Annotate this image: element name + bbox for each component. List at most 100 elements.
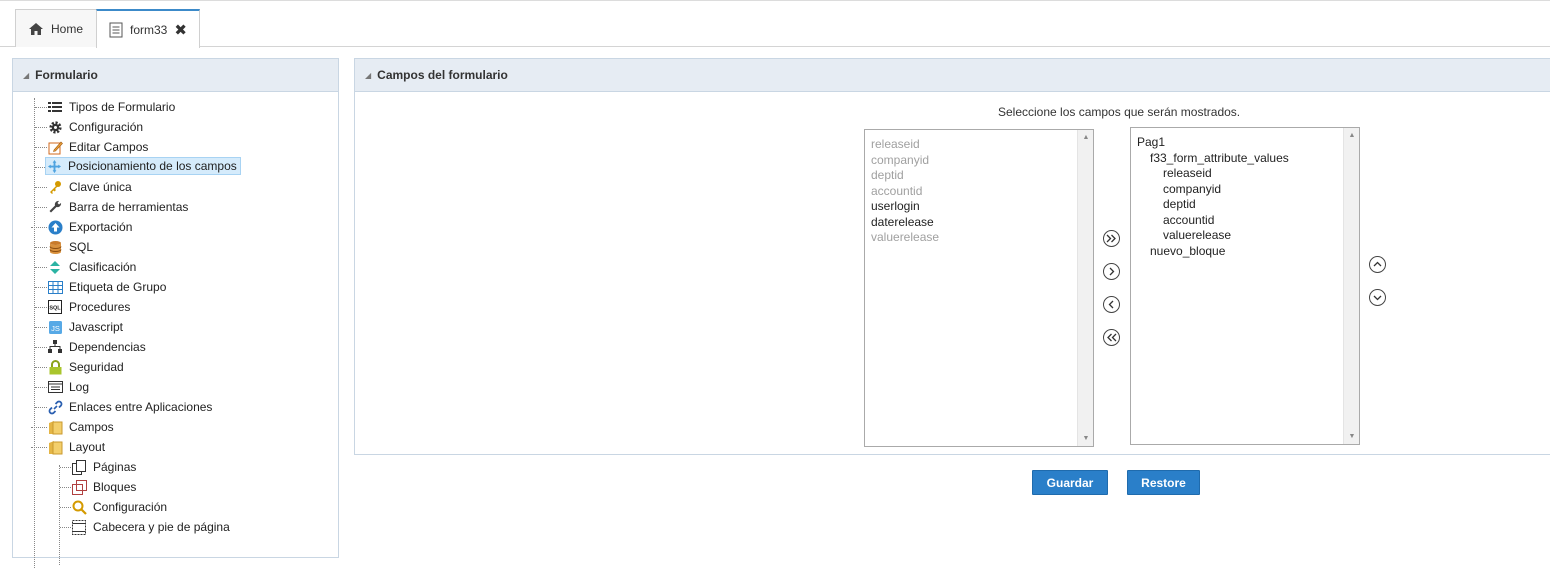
tree-item-label: Cabecera y pie de página [93,520,230,534]
collapse-icon[interactable]: ◢ [365,71,371,80]
list-item[interactable]: accountid [871,184,939,200]
svg-text:SQL: SQL [49,306,61,312]
tree-connector [60,507,71,508]
tree-connector [60,487,71,488]
list-item[interactable]: valuerelease [871,230,939,246]
tree-connector [35,347,47,348]
tree-item-label: Bloques [93,480,137,494]
list-item[interactable]: companyid [871,153,939,169]
list-item[interactable]: deptid [1137,197,1289,213]
formulario-panel-title: Formulario [35,68,98,82]
list-item[interactable]: releaseid [871,137,939,153]
tree-item-log[interactable]: Log [47,378,89,396]
list-item[interactable]: releaseid [1137,166,1289,182]
tree-item-javascript[interactable]: JS Javascript [47,318,123,336]
tree-connector [35,287,47,288]
tab-form33-label: form33 [130,22,168,37]
edit-icon [47,139,63,155]
tree-item-dependencias[interactable]: Dependencias [47,338,146,356]
tree-connector [60,467,71,468]
list-item[interactable]: nuevo_bloque [1137,244,1289,260]
move-icon [46,158,62,174]
tree-item-barra-herramientas[interactable]: Barra de herramientas [47,198,188,216]
scrollbar[interactable]: ▲ ▼ [1077,130,1093,446]
header-footer-icon [71,519,87,535]
tree-item-label: Procedures [69,300,131,314]
tree-item-configuracion[interactable]: Configuración [47,118,143,136]
tree-connector [60,527,71,528]
tab-home-label: Home [51,21,84,36]
scroll-up-icon[interactable]: ▲ [1078,134,1093,141]
restore-button[interactable]: Restore [1127,470,1200,495]
move-down-button[interactable] [1369,289,1386,306]
list-item[interactable]: userlogin [871,199,939,215]
tree-item-label: Enlaces entre Aplicaciones [69,400,213,414]
tree-item-posicionamiento[interactable]: Posicionamiento de los campos [45,157,241,175]
scrollbar[interactable]: ▲ ▼ [1343,128,1359,444]
close-icon[interactable]: ✖ [174,21,187,39]
tree-item-layout[interactable]: Layout [47,438,105,456]
tree-item-exportacion[interactable]: Exportación [47,218,132,236]
js-icon: JS [47,319,63,335]
list-item[interactable]: valuerelease [1137,228,1289,244]
tree-item-label: Seguridad [69,360,124,374]
list-item[interactable]: deptid [871,168,939,184]
tab-home[interactable]: Home [15,9,97,47]
list-item[interactable]: f33_form_attribute_values [1137,151,1289,167]
list-item[interactable]: daterelease [871,215,939,231]
tree-item-campos[interactable]: Campos [47,418,114,436]
tree-connector [35,327,47,328]
tree-connector [35,267,47,268]
tree-item-sql[interactable]: SQL [47,238,93,256]
tree-item-label: Layout [69,440,106,454]
tree-item-bloques[interactable]: Bloques [71,478,136,496]
tree-item-paginas[interactable]: Páginas [71,458,136,476]
move-all-right-button[interactable] [1103,230,1120,247]
scroll-up-icon[interactable]: ▲ [1344,132,1359,139]
tree-item-layout-configuracion[interactable]: Configuración [71,498,167,516]
scroll-down-icon[interactable]: ▼ [1344,433,1359,440]
tree-item-tipos-de-formulario[interactable]: Tipos de Formulario [47,98,175,116]
tree-item-label: Exportación [69,220,133,234]
list-item[interactable]: companyid [1137,182,1289,198]
tab-form33[interactable]: form33 ✖ [96,9,200,48]
tree-item-label: Dependencias [69,340,146,354]
svg-text:JS: JS [51,324,60,333]
scroll-down-icon[interactable]: ▼ [1078,435,1093,442]
tree-connector [35,147,47,148]
move-right-button[interactable] [1103,263,1120,280]
tree-item-clave-unica[interactable]: Clave única [47,178,132,196]
available-fields-list[interactable]: releaseid companyid deptid accountid use… [864,129,1094,447]
tree-item-label: Páginas [93,460,137,474]
collapse-icon[interactable]: ◢ [23,71,29,80]
tree-item-label: SQL [69,240,94,254]
campos-panel-header[interactable]: ◢ Campos del formulario [355,59,1550,92]
export-icon [47,219,63,235]
tree-item-seguridad[interactable]: Seguridad [47,358,124,376]
tree-item-label: Campos [69,420,114,434]
tree-item-procedures[interactable]: SQL Procedures [47,298,130,316]
folder-icon [47,439,63,455]
list-item[interactable]: Pag1 [1137,135,1289,151]
save-button[interactable]: Guardar [1032,470,1108,495]
selected-fields-list[interactable]: Pag1 f33_form_attribute_values releaseid… [1130,127,1360,445]
move-left-button[interactable] [1103,296,1120,313]
tree-item-editar-campos[interactable]: Editar Campos [47,138,148,156]
tree-item-etiqueta-grupo[interactable]: Etiqueta de Grupo [47,278,166,296]
sort-icon [47,259,63,275]
tree-item-label: Javascript [69,320,124,334]
tree-item-cabecera-pie[interactable]: Cabecera y pie de página [71,518,230,536]
tree-item-clasificacion[interactable]: Clasificación [47,258,136,276]
move-up-button[interactable] [1369,256,1386,273]
move-all-left-button[interactable] [1103,329,1120,346]
tree-item-enlaces[interactable]: Enlaces entre Aplicaciones [47,398,212,416]
formulario-panel-header[interactable]: ◢ Formulario [13,59,338,92]
tree-connector [35,167,45,168]
tree-connector [35,407,47,408]
sql-icon: SQL [47,299,63,315]
campos-panel-title: Campos del formulario [377,68,508,82]
form-icon [109,22,123,38]
list-item[interactable]: accountid [1137,213,1289,229]
tree-connector [35,247,47,248]
pages-icon [71,459,87,475]
